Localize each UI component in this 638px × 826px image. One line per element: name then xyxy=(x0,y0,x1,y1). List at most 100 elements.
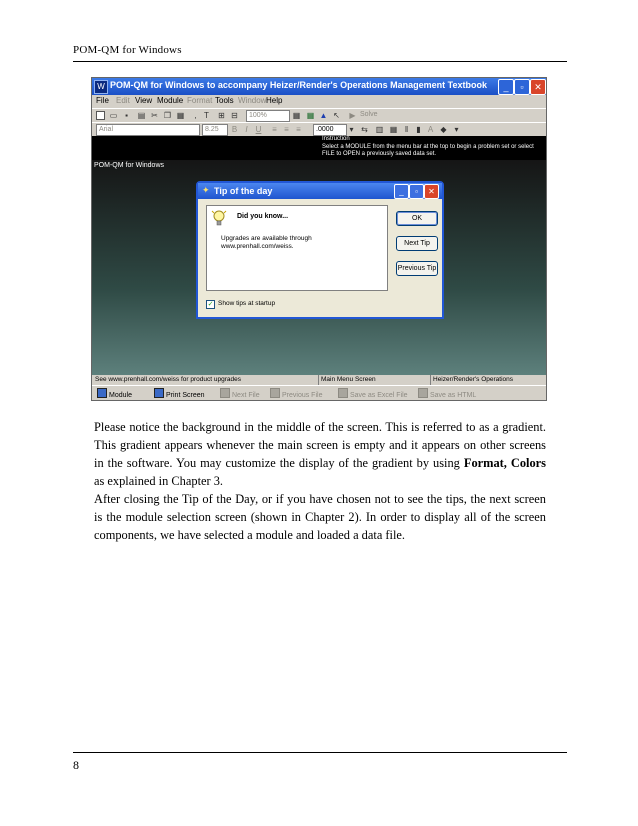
paste-icon[interactable]: ▦ xyxy=(176,111,185,120)
comma-icon[interactable]: , xyxy=(191,111,200,120)
previous-file-label: Previous File xyxy=(282,392,323,399)
dropdown-arrow-icon[interactable]: ▾ xyxy=(347,125,356,134)
print-icon[interactable]: ▤ xyxy=(137,111,146,120)
bold-icon[interactable]: B xyxy=(230,125,239,134)
excel-icon xyxy=(338,388,348,398)
footer-rule xyxy=(73,752,567,753)
new-file-icon[interactable] xyxy=(96,111,105,120)
solve-label[interactable]: Solve xyxy=(360,111,378,118)
maximize-button[interactable]: ▫ xyxy=(514,79,530,95)
show-tips-label: Show tips at startup xyxy=(218,300,276,307)
tip-panel: Did you know... Upgrades are available t… xyxy=(206,205,388,291)
copy-icon[interactable]: ❐ xyxy=(163,111,172,120)
lightbulb-icon xyxy=(211,210,227,226)
fill-color-icon[interactable]: ◆ xyxy=(439,125,448,134)
cut-icon[interactable]: ✂ xyxy=(150,111,159,120)
menu-help[interactable]: Help xyxy=(266,96,282,105)
lightbulb-icon: ✦ xyxy=(202,185,210,195)
menu-bar: File Edit View Module Format Tools Windo… xyxy=(92,95,546,107)
dialog-title: Tip of the day xyxy=(214,186,273,196)
menu-format[interactable]: Format xyxy=(187,96,212,105)
app-title: POM-QM for Windows to accompany Heizer/R… xyxy=(110,80,487,90)
dialog-titlebar: ✦ Tip of the day _ ▫ ✕ xyxy=(198,183,442,199)
previous-tip-button[interactable]: Previous Tip xyxy=(396,261,438,276)
paragraph-gradient: Please notice the background in the midd… xyxy=(94,418,546,490)
menu-tools[interactable]: Tools xyxy=(215,96,234,105)
menu-edit[interactable]: Edit xyxy=(116,96,130,105)
calculator-icon[interactable]: ▦ xyxy=(292,111,301,120)
menu-view[interactable]: View xyxy=(135,96,152,105)
table-icon[interactable]: ⊟ xyxy=(230,111,239,120)
font-select[interactable]: Arial xyxy=(96,124,200,136)
menu-window[interactable]: Window xyxy=(238,96,266,105)
page-header-title: POM-QM for Windows xyxy=(73,44,182,56)
app-titlebar: W POM-QM for Windows to accompany Heizer… xyxy=(92,78,546,95)
align-center-icon[interactable]: ≡ xyxy=(282,125,291,134)
fill-dropdown-icon[interactable]: ▾ xyxy=(452,125,461,134)
text-icon[interactable]: T xyxy=(202,111,211,120)
bar-chart-icon[interactable]: ▮ xyxy=(414,125,423,134)
paragraph-gradient-end: as explained in Chapter 3. xyxy=(94,474,224,488)
status-upgrades: See www.prenhall.com/weiss for product u… xyxy=(95,376,241,383)
next-file-button[interactable]: Next File xyxy=(220,388,260,399)
zoom-select[interactable]: 100% xyxy=(246,110,290,122)
solve-icon[interactable]: ▶ xyxy=(348,111,357,120)
save-html-label: Save as HTML xyxy=(430,392,477,399)
instruction-heading: Instruction xyxy=(322,136,350,142)
grid-icon[interactable]: ⊞ xyxy=(217,111,226,120)
ok-button[interactable]: OK xyxy=(396,211,438,226)
dialog-minimize-button[interactable]: _ xyxy=(394,184,409,199)
print-screen-label: Print Screen xyxy=(166,392,205,399)
module-button[interactable]: Module xyxy=(97,388,132,399)
header-rule xyxy=(73,61,567,62)
open-folder-icon[interactable]: ▭ xyxy=(109,111,118,120)
save-html-button[interactable]: Save as HTML xyxy=(418,388,476,399)
instruction-text: Select a MODULE from the menu bar at the… xyxy=(322,144,534,157)
show-tips-checkbox[interactable]: ✓ Show tips at startup xyxy=(206,300,275,309)
previous-file-button[interactable]: Previous File xyxy=(270,388,322,399)
align-left-icon[interactable]: ≡ xyxy=(270,125,279,134)
increase-decimal-icon[interactable]: ⇆ xyxy=(360,125,369,134)
checkbox-check-icon[interactable]: ✓ xyxy=(206,300,215,309)
instruction-panel: Instruction Select a MODULE from the men… xyxy=(320,136,546,160)
font-size-select[interactable]: 8.25 xyxy=(202,124,228,136)
status-bar: See www.prenhall.com/weiss for product u… xyxy=(92,375,546,385)
paragraph-module-selection: After closing the Tip of the Day, or if … xyxy=(94,492,546,542)
status-divider xyxy=(430,375,431,385)
print-screen-button[interactable]: Print Screen xyxy=(154,388,205,399)
module-button-label: Module xyxy=(109,392,132,399)
fix-decimal-icon[interactable]: ▥ xyxy=(375,125,384,134)
app-icon: W xyxy=(94,80,108,94)
status-divider xyxy=(318,375,319,385)
help-pointer-icon[interactable]: ↖ xyxy=(332,111,341,120)
triangle-icon[interactable]: ▲ xyxy=(319,111,328,120)
module-icon xyxy=(97,388,107,398)
underline-icon[interactable]: U xyxy=(254,125,263,134)
menu-module[interactable]: Module xyxy=(157,96,183,105)
grid-lines-icon[interactable]: ▦ xyxy=(389,125,398,134)
tip-of-the-day-dialog: ✦ Tip of the day _ ▫ ✕ Did you know... U… xyxy=(196,181,444,319)
close-button[interactable]: ✕ xyxy=(530,79,546,95)
status-screen: Main Menu Screen xyxy=(321,376,376,383)
format-toolbar: Arial 8.25 B I U ≡ ≡ ≡ .0000 ▾ ⇆ ▥ ▦ ‖ ▮… xyxy=(92,122,546,137)
italic-icon[interactable]: I xyxy=(242,125,251,134)
menu-file[interactable]: File xyxy=(96,96,109,105)
save-icon[interactable]: ▪ xyxy=(122,111,131,120)
status-textbook: Heizer/Render's Operations xyxy=(433,376,513,383)
font-color-icon[interactable]: A xyxy=(426,125,435,134)
number-format-select[interactable]: .0000 xyxy=(313,124,347,136)
next-file-icon xyxy=(220,388,230,398)
column-width-icon[interactable]: ‖ xyxy=(402,125,411,134)
align-right-icon[interactable]: ≡ xyxy=(294,125,303,134)
standard-toolbar: ▭ ▪ ▤ ✂ ❐ ▦ , T ⊞ ⊟ 100% ▦ ▦ ▲ ↖ ▶ Solve xyxy=(92,108,546,123)
save-excel-button[interactable]: Save as Excel File xyxy=(338,388,408,399)
page-number: 8 xyxy=(73,758,79,772)
next-file-label: Next File xyxy=(232,392,260,399)
app-screenshot: W POM-QM for Windows to accompany Heizer… xyxy=(91,77,547,401)
dialog-close-button[interactable]: ✕ xyxy=(424,184,439,199)
dialog-maximize-button[interactable]: ▫ xyxy=(409,184,424,199)
next-tip-button[interactable]: Next Tip xyxy=(396,236,438,251)
previous-file-icon xyxy=(270,388,280,398)
minimize-button[interactable]: _ xyxy=(498,79,514,95)
spreadsheet-icon[interactable]: ▦ xyxy=(306,111,315,120)
